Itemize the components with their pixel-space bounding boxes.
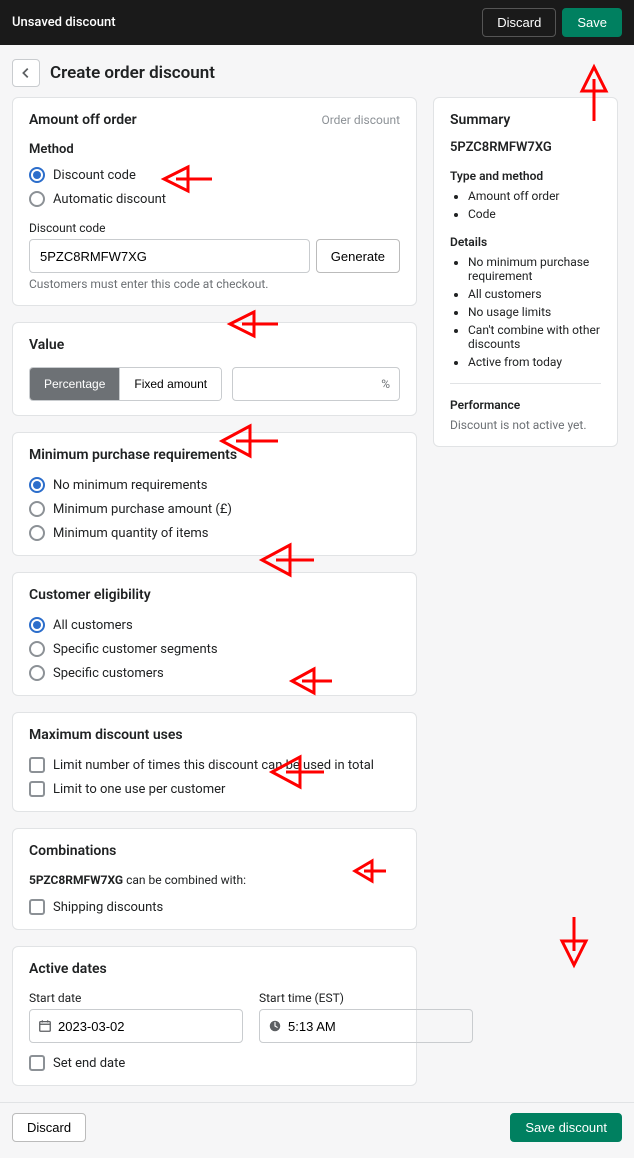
radio-elig-all[interactable]	[29, 617, 45, 633]
radio-label-min-amount: Minimum purchase amount (£)	[53, 502, 232, 517]
summary-d-1: All customers	[468, 287, 601, 301]
annotation-arrow-icon	[554, 917, 594, 969]
check-limit-total[interactable]	[29, 757, 45, 773]
min-purchase-card: Minimum purchase requirements No minimum…	[12, 432, 417, 556]
check-label-limit-one: Limit to one use per customer	[53, 782, 225, 797]
combine-shipping[interactable]: Shipping discounts	[29, 899, 400, 915]
radio-label-min-none: No minimum requirements	[53, 478, 208, 493]
check-label-set-end-date: Set end date	[53, 1056, 125, 1071]
radio-min-none[interactable]	[29, 477, 45, 493]
amount-off-card: Amount off order Order discount Method D…	[12, 97, 417, 306]
topbar-title: Unsaved discount	[12, 15, 116, 30]
start-date-label: Start date	[29, 991, 243, 1005]
combinations-card: Combinations 5PZC8RMFW7XG can be combine…	[12, 828, 417, 930]
discount-code-input[interactable]	[29, 239, 310, 273]
radio-label-elig-segments: Specific customer segments	[53, 642, 218, 657]
summary-d-3: Can't combine with other discounts	[468, 323, 601, 351]
summary-details-label: Details	[450, 235, 601, 249]
combination-code: 5PZC8RMFW7XG	[29, 873, 123, 887]
start-time-input[interactable]	[288, 1019, 464, 1034]
radio-automatic[interactable]	[29, 191, 45, 207]
card-title-active-dates: Active dates	[29, 961, 400, 977]
calendar-icon	[38, 1019, 52, 1033]
value-suffix: %	[381, 377, 390, 391]
clock-icon	[268, 1019, 282, 1033]
discount-code-help: Customers must enter this code at checko…	[29, 277, 400, 291]
summary-type-method-list: Amount off order Code	[450, 189, 601, 221]
eligibility-card: Customer eligibility All customers Speci…	[12, 572, 417, 696]
arrow-left-icon	[19, 66, 33, 80]
radio-label-elig-all: All customers	[53, 618, 133, 633]
save-button-top[interactable]: Save	[562, 8, 622, 37]
radio-label-elig-customers: Specific customers	[53, 666, 164, 681]
card-title-eligibility: Customer eligibility	[29, 587, 400, 603]
method-label: Method	[29, 142, 400, 157]
card-title-combinations: Combinations	[29, 843, 400, 859]
elig-all[interactable]: All customers	[29, 617, 400, 633]
discard-button-top[interactable]: Discard	[482, 8, 556, 37]
summary-tm-1: Code	[468, 207, 601, 221]
radio-label-min-qty: Minimum quantity of items	[53, 526, 208, 541]
min-amount[interactable]: Minimum purchase amount (£)	[29, 501, 400, 517]
limit-one-per-customer[interactable]: Limit to one use per customer	[29, 781, 400, 797]
discard-button-bottom[interactable]: Discard	[12, 1113, 86, 1142]
summary-type-method-label: Type and method	[450, 169, 601, 183]
summary-performance-label: Performance	[450, 398, 601, 412]
radio-min-qty[interactable]	[29, 525, 45, 541]
summary-code: 5PZC8RMFW7XG	[450, 140, 601, 155]
check-combine-shipping[interactable]	[29, 899, 45, 915]
check-set-end-date[interactable]	[29, 1055, 45, 1071]
elig-customers[interactable]: Specific customers	[29, 665, 400, 681]
discount-code-label: Discount code	[29, 221, 400, 235]
save-discount-button[interactable]: Save discount	[510, 1113, 622, 1142]
value-card: Value Percentage Fixed amount %	[12, 322, 417, 416]
summary-d-0: No minimum purchase requirement	[468, 255, 601, 283]
value-input[interactable]	[232, 367, 400, 401]
summary-details-list: No minimum purchase requirement All cust…	[450, 255, 601, 369]
limit-total[interactable]: Limit number of times this discount can …	[29, 757, 400, 773]
radio-label-discount-code: Discount code	[53, 168, 136, 183]
summary-card: Summary 5PZC8RMFW7XG Type and method Amo…	[433, 97, 618, 447]
segment-fixed-amount[interactable]: Fixed amount	[119, 368, 221, 400]
method-automatic[interactable]: Automatic discount	[29, 191, 400, 207]
radio-label-automatic: Automatic discount	[53, 192, 166, 207]
min-qty[interactable]: Minimum quantity of items	[29, 525, 400, 541]
start-time-label: Start time (EST)	[259, 991, 473, 1005]
summary-title: Summary	[450, 112, 601, 128]
combination-suffix: can be combined with:	[123, 873, 246, 887]
back-button[interactable]	[12, 59, 40, 87]
max-uses-card: Maximum discount uses Limit number of ti…	[12, 712, 417, 812]
page-title: Create order discount	[50, 63, 215, 83]
start-time-input-wrap[interactable]	[259, 1009, 473, 1043]
start-date-input[interactable]	[58, 1019, 234, 1034]
card-title-max-uses: Maximum discount uses	[29, 727, 400, 743]
summary-d-4: Active from today	[468, 355, 601, 369]
segment-percentage[interactable]: Percentage	[30, 368, 119, 400]
radio-elig-customers[interactable]	[29, 665, 45, 681]
generate-button[interactable]: Generate	[316, 239, 400, 273]
radio-discount-code[interactable]	[29, 167, 45, 183]
start-date-input-wrap[interactable]	[29, 1009, 243, 1043]
check-label-combine-shipping: Shipping discounts	[53, 900, 163, 915]
card-title-amount: Amount off order	[29, 112, 137, 128]
summary-performance-text: Discount is not active yet.	[450, 418, 601, 432]
method-discount-code[interactable]: Discount code	[29, 167, 400, 183]
radio-min-amount[interactable]	[29, 501, 45, 517]
active-dates-card: Active dates Start date Start time (EST)	[12, 946, 417, 1086]
set-end-date[interactable]: Set end date	[29, 1055, 400, 1071]
check-label-limit-total: Limit number of times this discount can …	[53, 758, 374, 773]
summary-d-2: No usage limits	[468, 305, 601, 319]
min-none[interactable]: No minimum requirements	[29, 477, 400, 493]
summary-tm-0: Amount off order	[468, 189, 601, 203]
card-title-value: Value	[29, 337, 400, 353]
order-discount-label: Order discount	[321, 113, 400, 127]
radio-elig-segments[interactable]	[29, 641, 45, 657]
card-title-min-purchase: Minimum purchase requirements	[29, 447, 400, 463]
check-limit-one[interactable]	[29, 781, 45, 797]
elig-segments[interactable]: Specific customer segments	[29, 641, 400, 657]
